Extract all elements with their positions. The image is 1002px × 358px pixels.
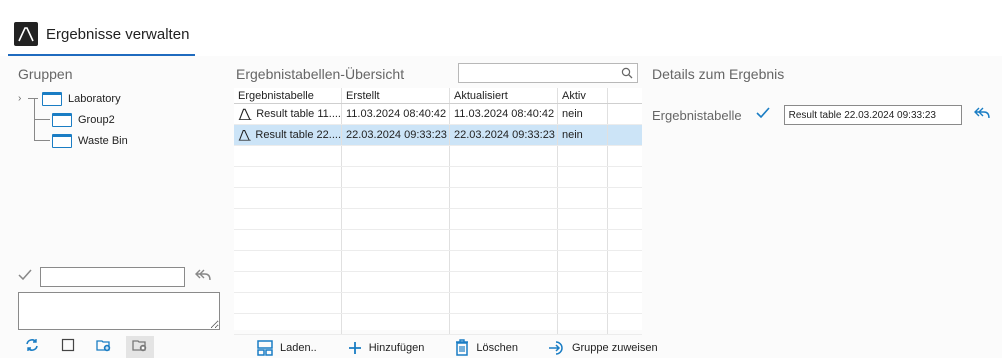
table-cell: Result table 11.... <box>234 104 342 124</box>
search-input[interactable] <box>459 64 609 82</box>
plus-icon <box>348 342 361 354</box>
refresh-button[interactable] <box>18 336 46 358</box>
add-folder-button[interactable] <box>90 336 118 358</box>
table-row[interactable]: Result table 11.... 11.03.2024 08:40:42 … <box>234 104 642 125</box>
detail-label: Ergebnistabelle <box>652 107 742 123</box>
result-table-name-input[interactable]: Result table 22.03.2024 09:33:23 <box>783 105 962 125</box>
column-header[interactable] <box>608 88 642 103</box>
empty-row <box>234 230 642 251</box>
tree-branch <box>34 119 50 120</box>
overview-title: Ergebnistabellen-Übersicht <box>236 66 405 82</box>
tree-item-waste-bin[interactable]: Waste Bin <box>18 130 218 151</box>
column-header[interactable]: Ergebnistabelle <box>234 88 342 103</box>
table-row[interactable]: Result table 22.... 22.03.2024 09:33:23 … <box>234 125 642 146</box>
assign-group-button[interactable]: Gruppe zuweisen <box>548 339 658 357</box>
table-header: Ergebnistabelle Erstellt Aktualisiert Ak… <box>234 88 642 104</box>
empty-row <box>234 209 642 230</box>
empty-row <box>234 251 642 272</box>
empty-row <box>234 188 642 209</box>
tree-item-label: Group2 <box>78 113 115 126</box>
details-title: Details zum Ergebnis <box>652 66 785 82</box>
select-button[interactable] <box>54 336 82 358</box>
empty-row <box>234 293 642 314</box>
checkbox-icon <box>61 338 75 357</box>
table-cell: 11.03.2024 08:40:42 <box>342 104 450 124</box>
tab-title: Ergebnisse verwalten <box>46 25 190 43</box>
tree-item-group2[interactable]: Group2 <box>18 109 218 130</box>
table-cell: 22.03.2024 09:33:23 <box>450 125 558 145</box>
empty-row <box>234 314 642 335</box>
table-cell <box>608 125 642 145</box>
assign-icon <box>548 341 563 355</box>
load-icon <box>257 340 273 356</box>
chevron-right-icon[interactable]: › <box>18 93 28 104</box>
header: Ergebnisse verwalten <box>0 0 1002 56</box>
group-edit-row <box>18 266 220 288</box>
results-toolbar: Laden.. Hinzufügen Löschen Gruppe zuweis… <box>234 338 688 358</box>
table-cell: 22.03.2024 09:33:23 <box>342 125 450 145</box>
add-folder-icon <box>96 338 112 357</box>
groups-title: Gruppen <box>18 66 73 82</box>
tree-item-label: Waste Bin <box>78 134 128 147</box>
folder-icon <box>52 112 72 127</box>
load-label: Laden.. <box>280 342 317 354</box>
table-cell: nein <box>558 104 608 124</box>
folder-icon <box>42 91 62 106</box>
result-table-icon <box>238 108 252 120</box>
delete-label: Löschen <box>476 342 518 354</box>
result-table-icon <box>238 130 251 141</box>
column-header[interactable]: Aktualisiert <box>450 88 558 103</box>
assign-label: Gruppe zuweisen <box>571 342 658 354</box>
column-header[interactable]: Aktiv <box>558 88 608 103</box>
remove-folder-button[interactable] <box>126 336 154 358</box>
check-icon[interactable] <box>18 268 32 286</box>
undo-icon[interactable] <box>195 268 211 287</box>
empty-row <box>234 167 642 188</box>
tree-branch <box>28 98 38 99</box>
add-button[interactable]: Hinzufügen <box>347 340 425 356</box>
group-tree: › Laboratory Group2 Waste Bin <box>18 88 218 151</box>
group-name-input[interactable] <box>40 267 185 287</box>
trash-icon <box>456 339 469 356</box>
table-cell: 11.03.2024 08:40:42 <box>450 104 558 124</box>
undo-icon[interactable] <box>973 106 990 125</box>
add-label: Hinzufügen <box>368 342 425 354</box>
tree-branch <box>34 140 50 141</box>
app-window: Ergebnisse verwalten Gruppen › Laborator… <box>0 0 1002 358</box>
results-table: Ergebnistabelle Erstellt Aktualisiert Ak… <box>234 88 642 335</box>
group-toolbar <box>18 336 154 358</box>
tree-item-label: Laboratory <box>68 92 121 105</box>
search-icon[interactable] <box>621 66 633 84</box>
check-icon[interactable] <box>756 106 770 124</box>
table-cell <box>608 104 642 124</box>
result-name: Result table 22.... <box>255 129 341 141</box>
search-box[interactable] <box>458 63 638 83</box>
empty-row <box>234 146 642 167</box>
tab-results[interactable]: Ergebnisse verwalten <box>8 14 196 56</box>
group-comment-textarea[interactable] <box>18 292 220 330</box>
detail-row-result-table: Ergebnistabelle Result table 22.03.2024 … <box>652 104 1002 126</box>
table-cell: Result table 22.... <box>234 125 342 145</box>
tree-item-laboratory[interactable]: › Laboratory <box>18 88 218 109</box>
delete-button[interactable]: Löschen <box>454 339 518 357</box>
empty-row <box>234 272 642 293</box>
table-cell: nein <box>558 125 608 145</box>
refresh-icon <box>25 338 39 357</box>
folder-icon <box>52 133 72 148</box>
chart-logo-icon <box>14 22 38 46</box>
remove-folder-icon <box>132 338 148 357</box>
result-name: Result table 11.... <box>256 108 341 120</box>
column-header[interactable]: Erstellt <box>342 88 450 103</box>
load-button[interactable]: Laden.. <box>256 339 317 357</box>
